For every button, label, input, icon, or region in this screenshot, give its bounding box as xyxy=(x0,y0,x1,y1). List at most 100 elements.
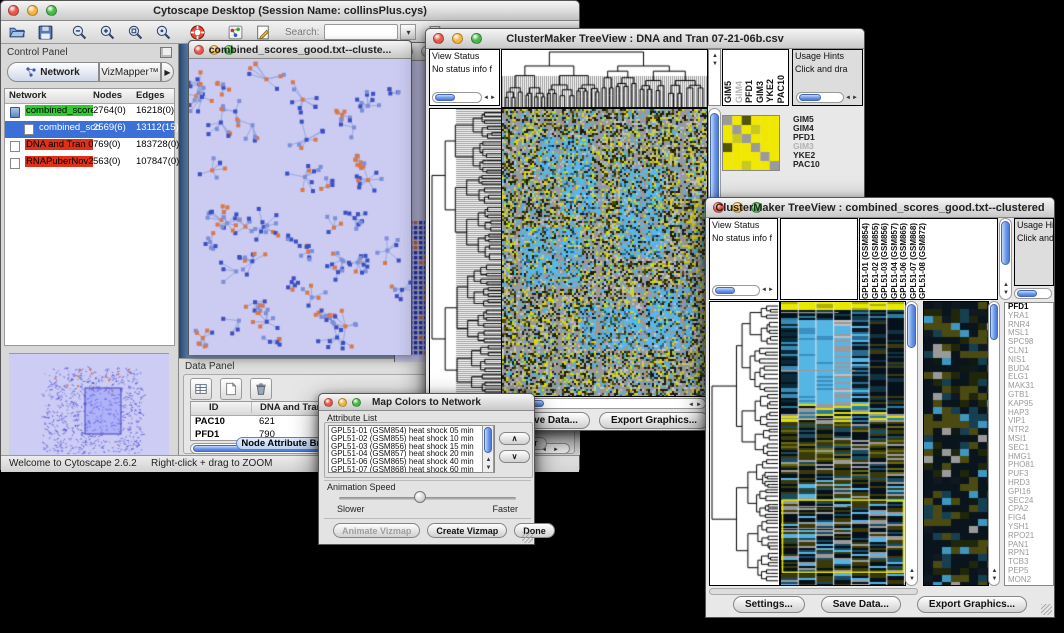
tv1-column-label[interactable]: YKE2 xyxy=(766,79,777,103)
zoom-fit-button[interactable] xyxy=(125,22,145,42)
zoom-in-button[interactable] xyxy=(97,22,117,42)
scroll-right-icon[interactable]: ► xyxy=(553,447,559,453)
network-overlay-icon[interactable] xyxy=(225,22,245,42)
network-table-row[interactable]: combined_sco 2569(6) 13112(15) xyxy=(5,121,174,138)
move-up-button[interactable]: ∧ xyxy=(499,432,530,445)
attribute-table-icon[interactable] xyxy=(190,378,212,400)
tv2-action-button[interactable]: Export Graphics... xyxy=(917,596,1027,613)
tv1-column-label[interactable]: PFD1 xyxy=(745,80,756,103)
tv2-gene-list[interactable]: PFD1YRA1RNR4MSL1SPC98CLN1NIS1BUD4ELG1MAK… xyxy=(1004,302,1054,586)
tv1-row-dendrogram[interactable] xyxy=(429,108,502,397)
scroll-right-icon[interactable]: ► xyxy=(490,95,496,101)
scroll-up-icon[interactable]: ▲ xyxy=(992,568,998,574)
birdseye-view[interactable] xyxy=(9,353,169,460)
scroll-right-icon[interactable]: ► xyxy=(852,95,858,101)
scroll-up-icon[interactable]: ▲ xyxy=(1003,282,1009,288)
maximize-button[interactable] xyxy=(224,45,234,55)
new-attribute-icon[interactable] xyxy=(220,378,242,400)
scroll-right-icon[interactable]: ► xyxy=(768,287,774,293)
close-button[interactable] xyxy=(194,45,204,55)
network-canvas[interactable] xyxy=(189,59,411,355)
network-table-row[interactable]: RNAPuberNov2+ 563(0) 107847(0) xyxy=(5,155,174,172)
resize-grip[interactable] xyxy=(522,532,533,543)
animation-speed-slider-track[interactable] xyxy=(339,497,516,500)
tv2-column-labels[interactable]: GPL51-01 (GSM854)GPL51-02 (GSM855)GPL51-… xyxy=(862,219,934,299)
tv2-labels-vscrollbar[interactable]: ▲ ▼ xyxy=(999,218,1012,300)
scroll-down-icon[interactable]: ▼ xyxy=(712,61,718,67)
scroll-right-icon[interactable]: ► xyxy=(696,402,702,408)
dialog-button[interactable]: Animate Vizmap xyxy=(333,523,420,538)
scroll-down-icon[interactable]: ▼ xyxy=(1003,290,1009,296)
scroll-down-icon[interactable]: ▼ xyxy=(486,465,492,471)
zoom-out-button[interactable] xyxy=(69,22,89,42)
tv2-bottom-hscrollbar[interactable] xyxy=(709,588,918,595)
tv2-vscrollbar[interactable]: ▲ ▼ xyxy=(905,301,918,586)
scroll-left-icon[interactable]: ◄ xyxy=(688,402,694,408)
attribute-list-vscrollbar[interactable]: ▲ ▼ xyxy=(482,425,494,473)
delete-attribute-trash-icon[interactable] xyxy=(250,378,272,400)
scroll-down-icon[interactable]: ▼ xyxy=(909,576,915,582)
animation-speed-slider-thumb[interactable] xyxy=(414,491,426,503)
open-file-button[interactable] xyxy=(7,22,27,42)
scroll-left-icon[interactable]: ◄ xyxy=(483,95,489,101)
scroll-up-icon[interactable]: ▲ xyxy=(909,568,915,574)
dialog-title-bar[interactable]: Map Colors to Network xyxy=(319,394,534,411)
tv2-action-button[interactable]: Save Data... xyxy=(821,596,901,613)
tv1-column-label[interactable]: PAC10 xyxy=(777,75,788,103)
attribute-list-item[interactable]: GPL51-07 (GSM868) heat shock 60 min xyxy=(329,466,494,473)
maximize-button[interactable] xyxy=(46,5,57,16)
tv2-column-tree-area[interactable] xyxy=(780,218,858,300)
close-button[interactable] xyxy=(8,5,19,16)
search-dropdown-icon[interactable]: ▾ xyxy=(400,24,416,40)
tv1-mini-row-label[interactable]: PAC10 xyxy=(793,160,837,169)
tv2-action-button[interactable]: Settings... xyxy=(733,596,805,613)
zoom-selected-button[interactable] xyxy=(153,22,173,42)
close-button[interactable] xyxy=(324,398,333,407)
minimize-button[interactable] xyxy=(452,33,463,44)
tv2-labels-vscroll-thumb[interactable] xyxy=(1001,221,1010,265)
tv1-mini-matrix[interactable] xyxy=(722,115,780,171)
annotation-icon[interactable] xyxy=(253,22,273,42)
tv2-genes-vscrollbar[interactable]: ▲ ▼ xyxy=(988,301,1000,586)
network-table-row[interactable]: DNA and Tran 07 769(0) 183728(0) xyxy=(5,138,174,155)
maximize-button[interactable] xyxy=(471,33,482,44)
scroll-left-icon[interactable]: ◄ xyxy=(845,95,851,101)
tv2-heatmap[interactable] xyxy=(780,301,906,586)
tv1-usage-hscrollbar[interactable] xyxy=(796,92,844,103)
close-button[interactable] xyxy=(713,202,724,213)
maximize-button[interactable] xyxy=(751,202,762,213)
tv1-column-label[interactable]: GIM5 xyxy=(724,81,735,103)
scroll-left-icon[interactable]: ◄ xyxy=(761,287,767,293)
search-input[interactable] xyxy=(324,24,398,40)
tv2-column-label[interactable]: GPL51-08 (GSM872) xyxy=(919,223,929,299)
minimize-button[interactable] xyxy=(338,398,347,407)
tab-network[interactable]: Network xyxy=(7,62,99,82)
tv2-vscroll-thumb[interactable] xyxy=(907,304,916,348)
resize-grip[interactable] xyxy=(1041,604,1052,615)
scroll-down-icon[interactable]: ▼ xyxy=(992,576,998,582)
tv1-heatmap[interactable] xyxy=(501,108,708,397)
dialog-button[interactable]: Done xyxy=(514,523,555,538)
tv2-row-dendrogram[interactable] xyxy=(709,301,780,586)
network-table-row[interactable]: combined_scores 2764(0) 16218(0) xyxy=(5,104,174,121)
maximize-button[interactable] xyxy=(352,398,361,407)
tab-overflow-arrow[interactable]: ▶ xyxy=(161,62,174,82)
treeview2-title-bar[interactable]: ClusterMaker TreeView : combined_scores_… xyxy=(706,198,1054,218)
minimize-button[interactable] xyxy=(209,45,219,55)
dialog-button[interactable]: Create Vizmap xyxy=(427,523,507,538)
tv2-genes-vscroll-thumb[interactable] xyxy=(990,304,998,340)
move-down-button[interactable]: ∨ xyxy=(499,450,530,463)
tv2-usage-hscrollbar[interactable] xyxy=(1014,288,1052,299)
tab-vizmapper[interactable]: VizMapper™ xyxy=(99,62,161,82)
tv1-status-hscrollbar[interactable] xyxy=(432,92,482,103)
tv1-column-labels[interactable]: GIM5GIM4PFD1GIM3YKE2PAC10 xyxy=(722,49,789,106)
minimize-button[interactable] xyxy=(732,202,743,213)
tv2-zoom-heatmap[interactable] xyxy=(923,301,989,586)
tv1-action-button[interactable]: Export Graphics... xyxy=(599,412,709,429)
attribute-list[interactable]: GPL51-01 (GSM854) heat shock 05 minGPL51… xyxy=(328,425,495,473)
treeview1-title-bar[interactable]: ClusterMaker TreeView : DNA and Tran 07-… xyxy=(426,29,864,49)
attribute-vscroll-thumb[interactable] xyxy=(484,427,492,453)
save-button[interactable] xyxy=(35,22,55,42)
network-window-title-bar[interactable]: combined_scores_good.txt--cluste... xyxy=(189,41,411,59)
network-table-header[interactable]: Network Nodes Edges xyxy=(5,89,174,104)
